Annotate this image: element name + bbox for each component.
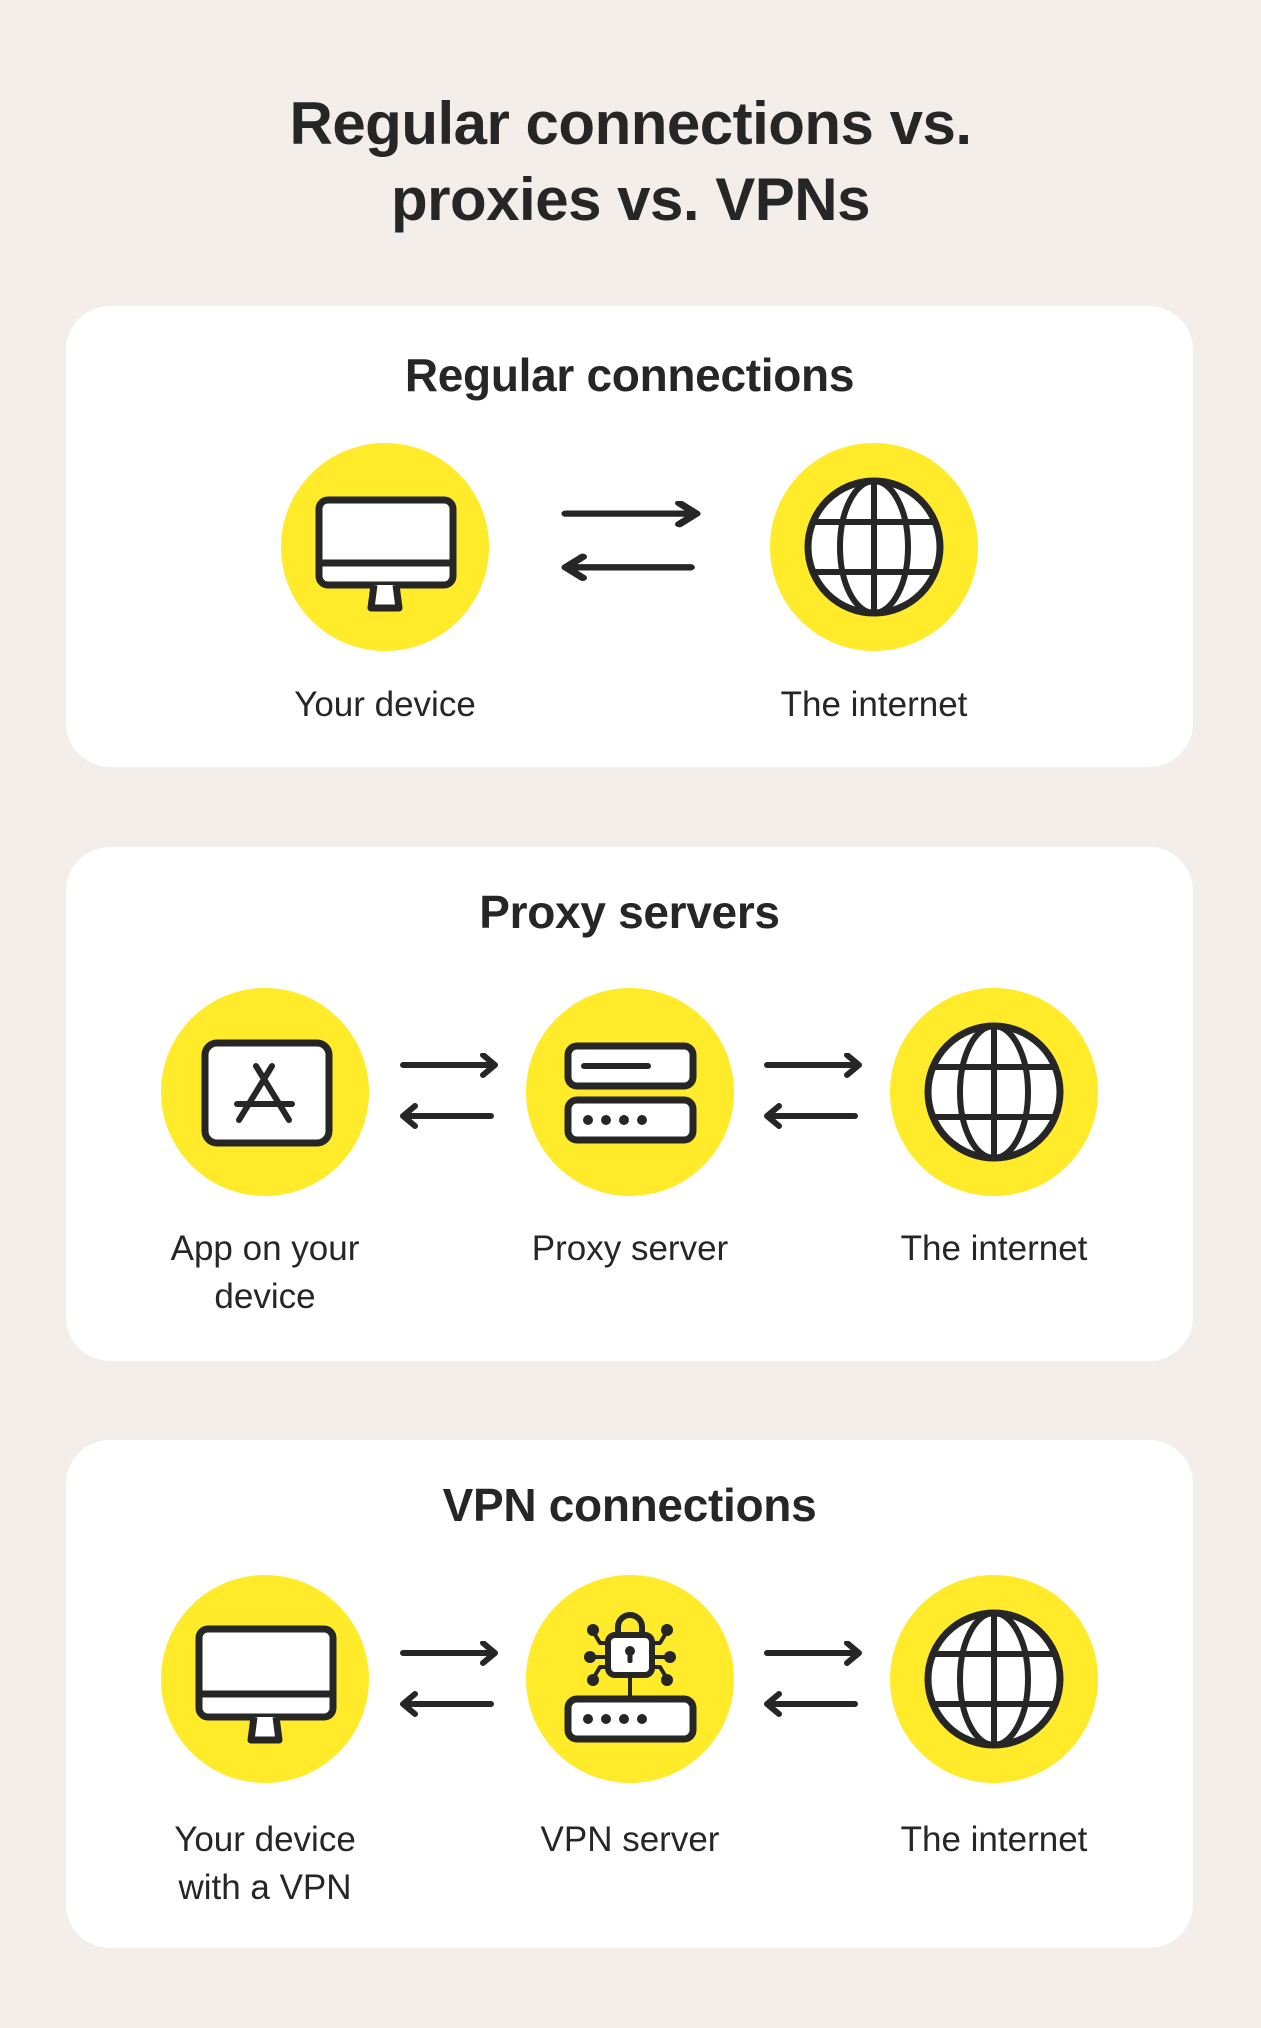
app-store-icon <box>201 1039 333 1147</box>
page-title-line-1: Regular connections vs. <box>289 90 972 157</box>
internet-node <box>890 988 1098 1196</box>
monitor-icon <box>195 1625 337 1744</box>
card-regular-connections: Regular connections Your device The inte… <box>66 306 1193 767</box>
card-vpn-connections: VPN connections Your device with a VPN V… <box>66 1440 1193 1948</box>
vpn-server-lock-icon <box>564 1612 697 1743</box>
bidirectional-arrow-icon <box>763 1641 863 1717</box>
server-icon <box>564 1042 697 1144</box>
node-label: VPN server <box>540 1820 720 1859</box>
section-title: Proxy servers <box>479 886 780 938</box>
node-label: Your device <box>294 685 476 724</box>
two-way-arrows <box>399 1053 499 1129</box>
node-label: Proxy server <box>531 1229 729 1268</box>
globe-icon <box>804 477 944 617</box>
two-way-arrows <box>763 1641 863 1717</box>
two-way-arrows <box>763 1053 863 1129</box>
internet-node <box>770 443 978 651</box>
section-title: VPN connections <box>442 1479 817 1531</box>
page-title: Regular connections vs. proxies vs. VPNs <box>0 86 1261 238</box>
device-node <box>281 443 489 651</box>
node-label: The internet <box>900 1229 1088 1268</box>
bidirectional-arrow-icon <box>560 501 702 581</box>
node-label: Your device with a VPN <box>174 1820 356 1907</box>
node-label: The internet <box>900 1820 1088 1859</box>
node-label: The internet <box>780 685 968 724</box>
vpn-server-node <box>526 1575 734 1783</box>
app-node <box>161 988 369 1196</box>
globe-icon <box>924 1609 1064 1749</box>
node-label: App on your device <box>170 1229 360 1316</box>
globe-icon <box>924 1022 1064 1162</box>
bidirectional-arrow-icon <box>399 1053 499 1129</box>
page-title-line-2: proxies vs. VPNs <box>391 166 870 233</box>
bidirectional-arrow-icon <box>399 1641 499 1717</box>
two-way-arrows <box>560 501 702 581</box>
proxy-server-node <box>526 988 734 1196</box>
card-proxy-servers: Proxy servers App on your device Proxy s… <box>66 847 1193 1361</box>
bidirectional-arrow-icon <box>763 1053 863 1129</box>
monitor-icon <box>315 496 457 612</box>
two-way-arrows <box>399 1641 499 1717</box>
vpn-device-node <box>161 1575 369 1783</box>
internet-node <box>890 1575 1098 1783</box>
section-title: Regular connections <box>404 349 855 401</box>
